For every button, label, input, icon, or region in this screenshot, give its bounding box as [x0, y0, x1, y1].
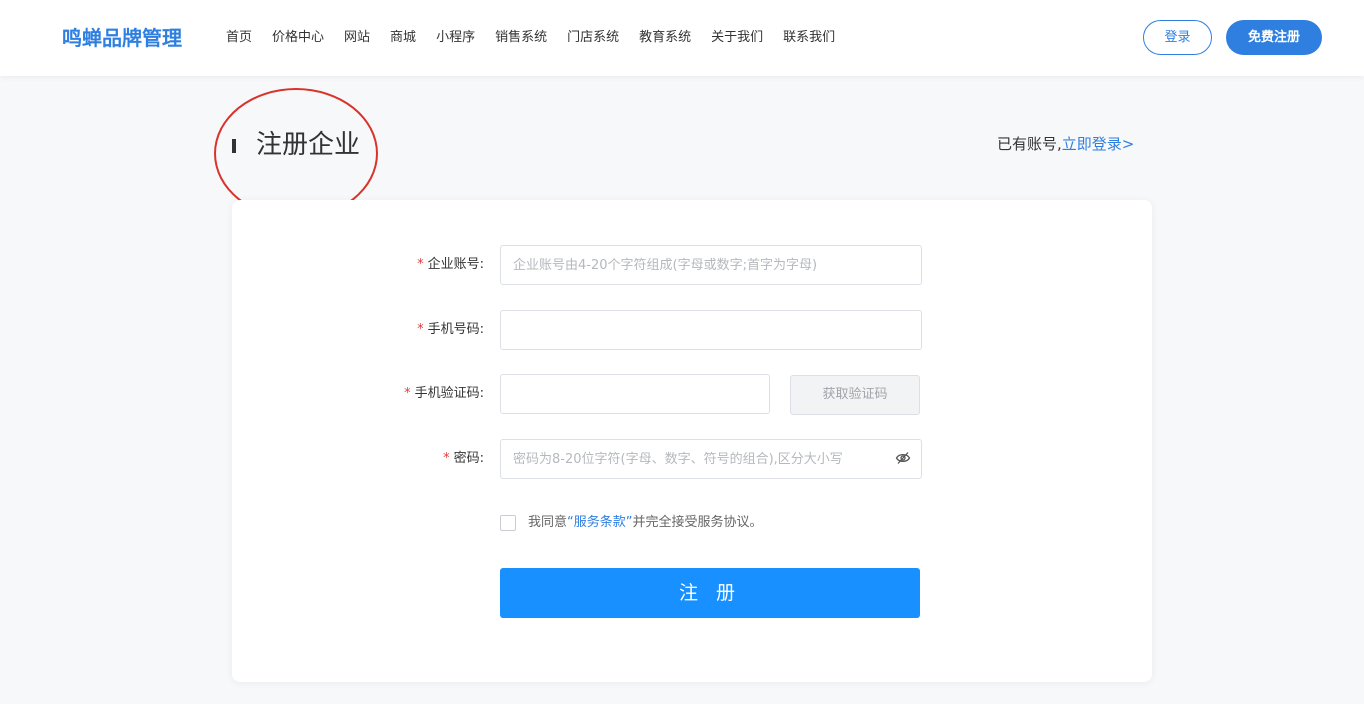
phone-label-text: 手机号码: [427, 322, 484, 337]
agreement-checkbox[interactable] [500, 515, 516, 531]
password-input[interactable] [500, 439, 922, 479]
nav-item-miniprogram[interactable]: 小程序 [436, 27, 475, 49]
password-label: * 密码: [382, 449, 484, 469]
nav-item-mall[interactable]: 商城 [390, 27, 416, 49]
phone-label: * 手机号码: [382, 320, 484, 340]
login-button[interactable]: 登录 [1143, 20, 1212, 55]
nav-item-sales-system[interactable]: 销售系统 [495, 27, 547, 49]
brand-logo[interactable]: 鸣蝉品牌管理 [62, 24, 182, 52]
register-submit-button[interactable]: 注 册 [500, 568, 920, 618]
has-account-text: 已有账号, [997, 135, 1062, 153]
nav-item-pricing[interactable]: 价格中心 [272, 27, 324, 49]
required-mark: * [443, 451, 450, 466]
required-mark: * [417, 322, 424, 337]
account-label: * 企业账号: [382, 255, 484, 275]
account-label-text: 企业账号: [427, 257, 484, 272]
eye-off-icon[interactable] [895, 450, 911, 466]
agreement-suffix: 并完全接受服务协议。 [632, 515, 763, 530]
password-label-text: 密码: [453, 451, 484, 466]
required-mark: * [404, 386, 411, 401]
nav-item-education-system[interactable]: 教育系统 [639, 27, 691, 49]
free-signup-button[interactable]: 免费注册 [1226, 20, 1322, 55]
terms-of-service-link[interactable]: “服务条款” [567, 515, 632, 530]
sms-code-input[interactable] [500, 374, 770, 414]
login-now-link[interactable]: 立即登录> [1062, 135, 1135, 153]
agreement-prefix: 我同意 [528, 515, 568, 530]
get-sms-code-button[interactable]: 获取验证码 [790, 375, 920, 415]
nav-item-contact[interactable]: 联系我们 [783, 27, 835, 49]
sms-code-label-text: 手机验证码: [414, 386, 484, 401]
sms-code-label: * 手机验证码: [372, 384, 484, 404]
nav-item-about[interactable]: 关于我们 [711, 27, 763, 49]
nav-item-store-system[interactable]: 门店系统 [567, 27, 619, 49]
nav-item-website[interactable]: 网站 [344, 27, 370, 49]
agreement-text: 我同意“服务条款”并完全接受服务协议。 [528, 513, 763, 533]
required-mark: * [417, 257, 424, 272]
register-form-card: *企业账号: *手机号码: *手机验证码: 获取验证码 *密码: 我同意“服务条… [232, 200, 1152, 682]
title-accent-bar [232, 139, 236, 153]
nav-item-home[interactable]: 首页 [226, 27, 252, 49]
top-header: 鸣蝉品牌管理 首页 价格中心 网站 商城 小程序 销售系统 门店系统 教育系统 … [0, 0, 1364, 76]
account-input[interactable] [500, 245, 922, 285]
page-title: 注册企业 [256, 130, 361, 160]
phone-input[interactable] [500, 310, 922, 350]
main-nav: 首页 价格中心 网站 商城 小程序 销售系统 门店系统 教育系统 关于我们 联系… [226, 27, 855, 49]
existing-account-prompt: 已有账号,立即登录> [997, 132, 1134, 156]
